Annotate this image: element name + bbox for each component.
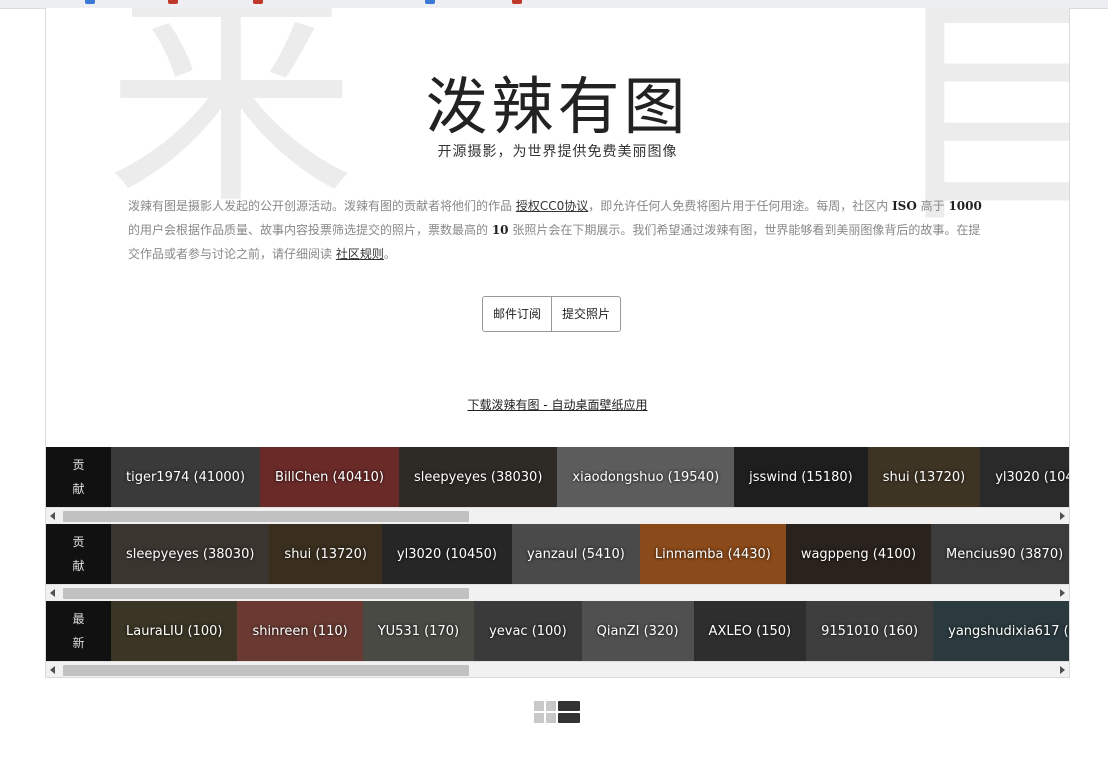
user-tile[interactable]: yevac (100): [474, 601, 582, 661]
grid-large-icon[interactable]: [558, 701, 580, 723]
newest-strip: 最新 LauraLIU (100) shinreen (110) YU531 (…: [46, 601, 1069, 677]
scroll-left-arrow-icon[interactable]: [50, 589, 55, 597]
user-tile[interactable]: sleepyeyes (38030): [111, 524, 270, 584]
user-tile[interactable]: 9151010 (160): [806, 601, 934, 661]
intro-text: 泼辣有图是摄影人发起的公开创源活动。泼辣有图的贡献者将他们的作品 授权CC0协议…: [128, 199, 982, 261]
contributors-strip: 贡献 tiger1974 (41000) BillChen (40410) sl…: [46, 447, 1069, 524]
user-tile[interactable]: Mencius90 (3870): [931, 524, 1069, 584]
user-tile[interactable]: YU531 (170): [362, 601, 475, 661]
user-tile-label: Linmamba (4430): [654, 546, 771, 562]
user-tile-label: tiger1974 (41000): [126, 469, 246, 485]
user-tile-label: shui (13720): [882, 469, 966, 485]
community-rules-link[interactable]: 社区规则: [336, 247, 384, 261]
strip-label: 贡献: [46, 447, 111, 507]
strip-items: sleepyeyes (38030) shui (13720) yl3020 (…: [111, 524, 1069, 584]
user-tile-label: yangshudixia617 (120): [948, 623, 1069, 639]
cc0-license-link[interactable]: 授权CC0协议: [516, 199, 588, 213]
user-tile-label: yevac (100): [489, 623, 567, 639]
user-tile-label: LauraLIU (100): [126, 623, 223, 639]
download-app: 下载泼辣有图 - 自动桌面壁纸应用: [46, 396, 1069, 413]
strip-items: LauraLIU (100) shinreen (110) YU531 (170…: [111, 601, 1069, 661]
email-subscribe-button[interactable]: 邮件订阅: [483, 297, 551, 331]
strip-label: 贡献: [46, 524, 111, 584]
user-tile[interactable]: Linmamba (4430): [639, 524, 786, 584]
grid-small-icon[interactable]: [534, 701, 556, 723]
user-tile-label: wagppeng (4100): [800, 546, 917, 562]
user-tile[interactable]: yanzaul (5410): [511, 524, 640, 584]
user-tile-label: Mencius90 (3870): [946, 546, 1064, 562]
user-tile-label: sleepyeyes (38030): [126, 546, 255, 562]
user-tile[interactable]: sleepyeyes (38030): [398, 447, 558, 507]
user-tile-label: jsswind (15180): [749, 469, 853, 485]
scroll-right-arrow-icon[interactable]: [1060, 589, 1065, 597]
user-tile-label: shui (13720): [284, 546, 367, 562]
site-subtitle: 开源摄影，为世界提供免费美丽图像: [437, 144, 678, 160]
horizontal-scrollbar[interactable]: [46, 661, 1069, 677]
user-tile-label: xiaodongshuo (19540): [572, 469, 720, 485]
user-tile-label: shinreen (110): [252, 623, 348, 639]
user-tile[interactable]: jsswind (15180): [734, 447, 868, 507]
user-tile[interactable]: BillChen (40410): [260, 447, 399, 507]
user-tile-label: yl3020 (10450): [995, 469, 1069, 485]
scroll-left-arrow-icon[interactable]: [50, 666, 55, 674]
user-tile-label: AXLEO (150): [708, 623, 792, 639]
view-toggle: [534, 701, 580, 723]
user-tile-label: yl3020 (10450): [396, 546, 497, 562]
user-tile[interactable]: yangshudixia617 (120): [933, 601, 1069, 661]
user-tile-label: BillChen (40410): [275, 469, 384, 485]
user-tile-label: 9151010 (160): [821, 623, 919, 639]
submit-photo-button[interactable]: 提交照片: [551, 297, 620, 331]
download-wallpaper-app-link[interactable]: 下载泼辣有图 - 自动桌面壁纸应用: [468, 398, 648, 412]
scroll-left-arrow-icon[interactable]: [50, 512, 55, 520]
scroll-right-arrow-icon[interactable]: [1060, 666, 1065, 674]
user-tile-label: QianZI (320): [596, 623, 679, 639]
horizontal-scrollbar[interactable]: [46, 584, 1069, 601]
contributors-strip-alt: 贡献 sleepyeyes (38030) shui (13720) yl302…: [46, 524, 1069, 601]
scroll-right-arrow-icon[interactable]: [1060, 512, 1065, 520]
scrollbar-thumb[interactable]: [63, 511, 469, 522]
action-button-group: 邮件订阅 提交照片: [482, 296, 622, 332]
user-tile[interactable]: shinreen (110): [237, 601, 363, 661]
user-tile-label: yanzaul (5410): [526, 546, 625, 562]
scrollbar-thumb[interactable]: [63, 588, 469, 599]
site-title: 泼辣有图: [425, 70, 690, 143]
user-tile[interactable]: LauraLIU (100): [111, 601, 238, 661]
user-tile[interactable]: AXLEO (150): [693, 601, 807, 661]
scrollbar-thumb[interactable]: [63, 665, 469, 676]
user-tile[interactable]: tiger1974 (41000): [111, 447, 261, 507]
main-container: 来 目 泼辣有图 开源摄影，为世界提供免费美丽图像 泼辣有图是摄影人发起的公开创…: [45, 8, 1070, 678]
user-tile-label: sleepyeyes (38030): [413, 469, 543, 485]
strip-label: 最新: [46, 601, 111, 661]
user-tile[interactable]: yl3020 (10450): [381, 524, 512, 584]
strip-items: tiger1974 (41000) BillChen (40410) sleep…: [111, 447, 1069, 507]
user-tile[interactable]: QianZI (320): [581, 601, 694, 661]
user-tile[interactable]: xiaodongshuo (19540): [557, 447, 735, 507]
user-tile[interactable]: wagppeng (4100): [785, 524, 932, 584]
user-tile[interactable]: shui (13720): [867, 447, 981, 507]
user-tile-label: YU531 (170): [377, 623, 460, 639]
horizontal-scrollbar[interactable]: [46, 507, 1069, 524]
user-tile[interactable]: shui (13720): [269, 524, 382, 584]
user-tile[interactable]: yl3020 (10450): [980, 447, 1069, 507]
